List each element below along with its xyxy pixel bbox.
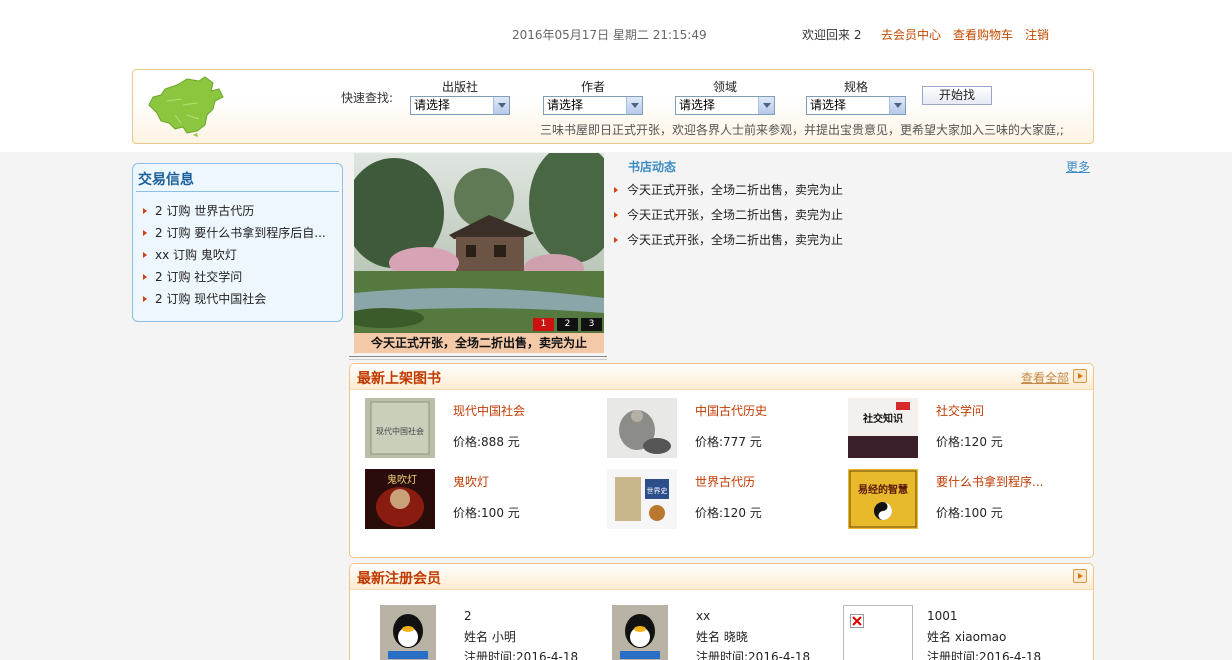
new-members-header: 最新注册会员 xyxy=(350,564,1093,590)
member-register-time: 注册时间:2016-4-18 xyxy=(464,650,579,660)
banner-slider[interactable]: 1 2 3 今天正式开张，全场二折出售，卖完为止 xyxy=(354,153,604,353)
trade-item: xx 订购 鬼吹灯 xyxy=(141,246,336,268)
divider xyxy=(136,191,339,192)
book-cover[interactable]: 社交知识 xyxy=(848,398,918,458)
new-books-header: 最新上架图书 查看全部 xyxy=(350,364,1093,390)
slide-page-2[interactable]: 2 xyxy=(557,318,578,331)
chevron-down-icon[interactable] xyxy=(493,97,509,114)
member-register-time: 注册时间:2016-4-18 xyxy=(927,650,1042,660)
chevron-down-icon[interactable] xyxy=(889,97,905,114)
book-title[interactable]: 中国古代历史 xyxy=(695,402,767,419)
book-cover[interactable] xyxy=(607,398,677,458)
member-name: 姓名 小明 xyxy=(464,630,516,644)
book-title[interactable]: 现代中国社会 xyxy=(453,402,525,419)
book-price: 价格:888 元 xyxy=(453,435,520,449)
new-members-box: 最新注册会员 2 姓名 小明 注册时间:2016-4-18 xx 姓名 晓晓 注… xyxy=(349,563,1094,660)
announcement-marquee: 三味书屋即日正式开张，欢迎各界人士前来参观，并提出宝贵意见，更希望大家加入三味的… xyxy=(540,123,1064,137)
field-label: 领域 xyxy=(712,80,737,94)
book-title[interactable]: 世界古代历 xyxy=(695,473,755,490)
trade-item: 2 订购 现代中国社会 xyxy=(141,290,336,312)
trade-info-title: 交易信息 xyxy=(138,172,194,188)
member-id: 2 xyxy=(464,609,472,623)
search-panel: 快速查找: 出版社 请选择 作者 请选择 领域 请选择 规格 请选择 开始找 三… xyxy=(132,69,1094,144)
broken-image-icon xyxy=(843,605,913,660)
member-id: 1001 xyxy=(927,609,958,623)
author-select[interactable]: 请选择 xyxy=(543,96,643,115)
member-center-link[interactable]: 去会员中心 xyxy=(881,26,941,43)
svg-text:现代中国社会: 现代中国社会 xyxy=(376,426,424,436)
new-members-title: 最新注册会员 xyxy=(357,571,441,587)
publisher-label: 出版社 xyxy=(441,80,478,94)
book-title[interactable]: 鬼吹灯 xyxy=(453,473,489,490)
member-item: xx 姓名 晓晓 注册时间:2016-4-18 xyxy=(612,605,832,660)
svg-text:鬼吹灯: 鬼吹灯 xyxy=(387,473,417,486)
china-map-icon xyxy=(148,76,224,137)
spec-select[interactable]: 请选择 xyxy=(806,96,906,115)
book-cover[interactable]: 易经的智慧 xyxy=(848,469,918,529)
welcome-text: 欢迎回来 2 xyxy=(802,28,862,42)
member-name: 姓名 xiaomao xyxy=(927,630,1007,644)
current-datetime: 2016年05月17日 星期二 21:15:49 xyxy=(512,28,707,42)
more-arrow-icon[interactable] xyxy=(1073,369,1087,383)
book-item: 鬼吹灯 鬼吹灯 价格:100 元 xyxy=(365,469,595,531)
member-id: xx xyxy=(696,609,711,623)
banner-image[interactable] xyxy=(354,153,604,333)
more-arrow-icon[interactable] xyxy=(1073,569,1087,583)
slide-page-3[interactable]: 3 xyxy=(581,318,602,331)
banner-caption[interactable]: 今天正式开张，全场二折出售，卖完为止 xyxy=(354,333,604,353)
news-list: 今天正式开张，全场二折出售，卖完为止 今天正式开张，全场二折出售，卖完为止 今天… xyxy=(612,181,843,256)
trade-item: 2 订购 社交学问 xyxy=(141,268,336,290)
book-item: 社交知识 社交学问 价格:120 元 xyxy=(848,398,1078,460)
start-search-button[interactable]: 开始找 xyxy=(922,86,992,105)
slide-page-1[interactable]: 1 xyxy=(533,318,554,331)
new-books-title: 最新上架图书 xyxy=(357,371,441,387)
news-item[interactable]: 今天正式开张，全场二折出售，卖完为止 xyxy=(612,206,843,231)
author-label: 作者 xyxy=(580,80,605,94)
book-title[interactable]: 社交学问 xyxy=(936,402,984,419)
member-item: 2 姓名 小明 注册时间:2016-4-18 xyxy=(380,605,600,660)
chevron-down-icon[interactable] xyxy=(626,97,642,114)
svg-text:世界史: 世界史 xyxy=(647,486,668,495)
news-more-link[interactable]: 更多 xyxy=(1066,158,1090,175)
book-item: 现代中国社会 现代中国社会 价格:888 元 xyxy=(365,398,595,460)
divider xyxy=(349,356,607,360)
view-all-link[interactable]: 查看全部 xyxy=(1021,369,1069,386)
new-books-box: 最新上架图书 查看全部 现代中国社会 现代中国社会 价格:888 元 中国古代历… xyxy=(349,363,1094,558)
view-cart-link[interactable]: 查看购物车 xyxy=(953,26,1013,43)
avatar xyxy=(380,605,436,660)
field-select[interactable]: 请选择 xyxy=(675,96,775,115)
book-price: 价格:120 元 xyxy=(936,435,1003,449)
member-register-time: 注册时间:2016-4-18 xyxy=(696,650,811,660)
book-cover[interactable]: 现代中国社会 xyxy=(365,398,435,458)
logout-link[interactable]: 注销 xyxy=(1025,26,1049,43)
trade-item: 2 订购 世界古代历 xyxy=(141,202,336,224)
svg-text:社交知识: 社交知识 xyxy=(862,412,903,425)
spec-label: 规格 xyxy=(843,80,868,94)
news-title: 书店动态 xyxy=(628,160,677,174)
trade-info-panel: 交易信息 2 订购 世界古代历 2 订购 要什么书拿到程序后自... xx 订购… xyxy=(132,163,343,322)
book-item: 世界史 世界古代历 价格:120 元 xyxy=(607,469,837,531)
book-title[interactable]: 要什么书拿到程序... xyxy=(936,473,1043,490)
slider-pagination: 1 2 3 xyxy=(533,318,602,331)
avatar xyxy=(612,605,668,660)
book-price: 价格:120 元 xyxy=(695,506,762,520)
news-item[interactable]: 今天正式开张，全场二折出售，卖完为止 xyxy=(612,181,843,206)
member-item: 1001 姓名 xiaomao 注册时间:2016-4-18 xyxy=(843,605,1063,660)
chevron-down-icon[interactable] xyxy=(758,97,774,114)
book-cover[interactable]: 鬼吹灯 xyxy=(365,469,435,529)
book-price: 价格:100 元 xyxy=(453,506,520,520)
publisher-select[interactable]: 请选择 xyxy=(410,96,510,115)
news-item[interactable]: 今天正式开张，全场二折出售，卖完为止 xyxy=(612,231,843,256)
trade-item: 2 订购 要什么书拿到程序后自... xyxy=(141,224,336,246)
book-cover[interactable]: 世界史 xyxy=(607,469,677,529)
quick-search-label: 快速查找: xyxy=(341,91,394,105)
book-price: 价格:100 元 xyxy=(936,506,1003,520)
book-price: 价格:777 元 xyxy=(695,435,762,449)
member-name: 姓名 晓晓 xyxy=(696,630,748,644)
book-item: 易经的智慧 要什么书拿到程序... 价格:100 元 xyxy=(848,469,1078,531)
svg-text:易经的智慧: 易经的智慧 xyxy=(858,483,908,496)
book-item: 中国古代历史 价格:777 元 xyxy=(607,398,837,460)
